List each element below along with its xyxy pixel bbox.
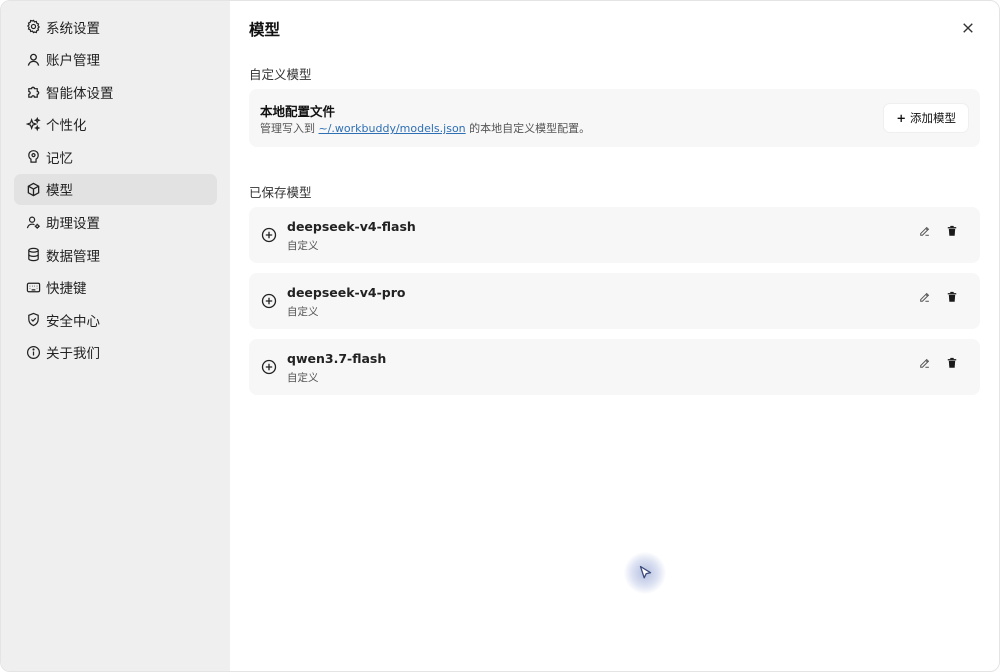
- shield-icon: [25, 312, 41, 328]
- gear-icon: [25, 19, 41, 35]
- database-icon: [25, 247, 41, 263]
- plus-circle-icon[interactable]: [261, 293, 277, 309]
- mouse-cursor-icon: [639, 565, 652, 579]
- user-gear-icon: [25, 214, 41, 230]
- config-title: 本地配置文件: [260, 104, 336, 119]
- sidebar-item-label: 关于我们: [46, 346, 100, 363]
- close-button[interactable]: [959, 19, 977, 37]
- sidebar-item-label: 数据管理: [46, 248, 100, 265]
- puzzle-icon: [25, 84, 41, 100]
- sidebar-item-account[interactable]: 账户管理: [14, 44, 217, 75]
- cube-icon: [25, 181, 41, 197]
- sidebar-item-label: 系统设置: [46, 20, 100, 37]
- sidebar-item-system-settings[interactable]: 系统设置: [14, 11, 217, 42]
- edit-icon[interactable]: [917, 289, 933, 305]
- model-row[interactable]: deepseek-v4-pro 自定义: [249, 273, 980, 329]
- sidebar-item-data-management[interactable]: 数据管理: [14, 239, 217, 270]
- edit-icon[interactable]: [917, 223, 933, 239]
- sidebar-item-label: 个性化: [46, 118, 87, 135]
- trash-icon[interactable]: [944, 223, 960, 239]
- close-icon: [962, 19, 974, 38]
- sidebar-item-memory[interactable]: 记忆: [14, 141, 217, 172]
- sidebar-item-security[interactable]: 安全中心: [14, 304, 217, 335]
- plus-circle-icon[interactable]: [261, 359, 277, 375]
- sidebar-item-label: 智能体设置: [46, 85, 114, 102]
- plus-circle-icon[interactable]: [261, 227, 277, 243]
- user-icon: [25, 51, 41, 67]
- settings-window: 系统设置 账户管理 智能体设置 个性化 记忆 模型 助理设置 数据管理 快捷键 …: [0, 0, 1000, 672]
- config-desc-prefix: 管理写入到: [260, 122, 315, 135]
- add-model-label: 添加模型: [910, 111, 956, 125]
- model-type: 自定义: [287, 240, 319, 252]
- sidebar-item-label: 账户管理: [46, 53, 100, 70]
- sidebar-item-agent-settings[interactable]: 智能体设置: [14, 76, 217, 107]
- sidebar-item-about[interactable]: 关于我们: [14, 337, 217, 368]
- sparkles-icon: [25, 116, 41, 132]
- config-description: 管理写入到 ~/.workbuddy/models.json 的本地自定义模型配…: [260, 120, 590, 136]
- sidebar-item-label: 模型: [46, 183, 73, 200]
- sidebar-item-shortcuts[interactable]: 快捷键: [14, 272, 217, 303]
- settings-sidebar: 系统设置 账户管理 智能体设置 个性化 记忆 模型 助理设置 数据管理 快捷键 …: [1, 1, 230, 671]
- sidebar-item-label: 快捷键: [46, 281, 87, 298]
- custom-models-section-label: 自定义模型: [249, 67, 312, 82]
- sidebar-item-personalization[interactable]: 个性化: [14, 109, 217, 140]
- model-name: deepseek-v4-flash: [287, 219, 416, 234]
- sidebar-item-label: 助理设置: [46, 216, 100, 233]
- trash-icon[interactable]: [944, 355, 960, 371]
- plus-icon: +: [896, 111, 906, 125]
- brain-icon: [25, 149, 41, 165]
- saved-models-section-label: 已保存模型: [249, 185, 312, 200]
- model-row[interactable]: qwen3.7-flash 自定义: [249, 339, 980, 395]
- config-file-link[interactable]: ~/.workbuddy/models.json: [319, 122, 466, 135]
- config-desc-suffix: 的本地自定义模型配置。: [469, 122, 591, 135]
- model-name: qwen3.7-flash: [287, 351, 387, 366]
- sidebar-item-assistant-settings[interactable]: 助理设置: [14, 207, 217, 238]
- add-model-button[interactable]: + 添加模型: [884, 104, 968, 132]
- sidebar-item-label: 安全中心: [46, 313, 100, 330]
- trash-icon[interactable]: [944, 289, 960, 305]
- page-title: 模型: [249, 21, 281, 39]
- sidebar-item-label: 记忆: [46, 150, 73, 167]
- model-type: 自定义: [287, 372, 319, 384]
- model-type: 自定义: [287, 306, 319, 318]
- edit-icon[interactable]: [917, 355, 933, 371]
- model-name: deepseek-v4-pro: [287, 285, 406, 300]
- keyboard-icon: [25, 279, 41, 295]
- models-panel: 模型 自定义模型 本地配置文件 管理写入到 ~/.workbuddy/model…: [230, 1, 999, 671]
- model-row[interactable]: deepseek-v4-flash 自定义: [249, 207, 980, 263]
- sidebar-item-models[interactable]: 模型: [14, 173, 217, 205]
- local-config-card: 本地配置文件 管理写入到 ~/.workbuddy/models.json 的本…: [249, 89, 980, 147]
- info-icon: [25, 344, 41, 360]
